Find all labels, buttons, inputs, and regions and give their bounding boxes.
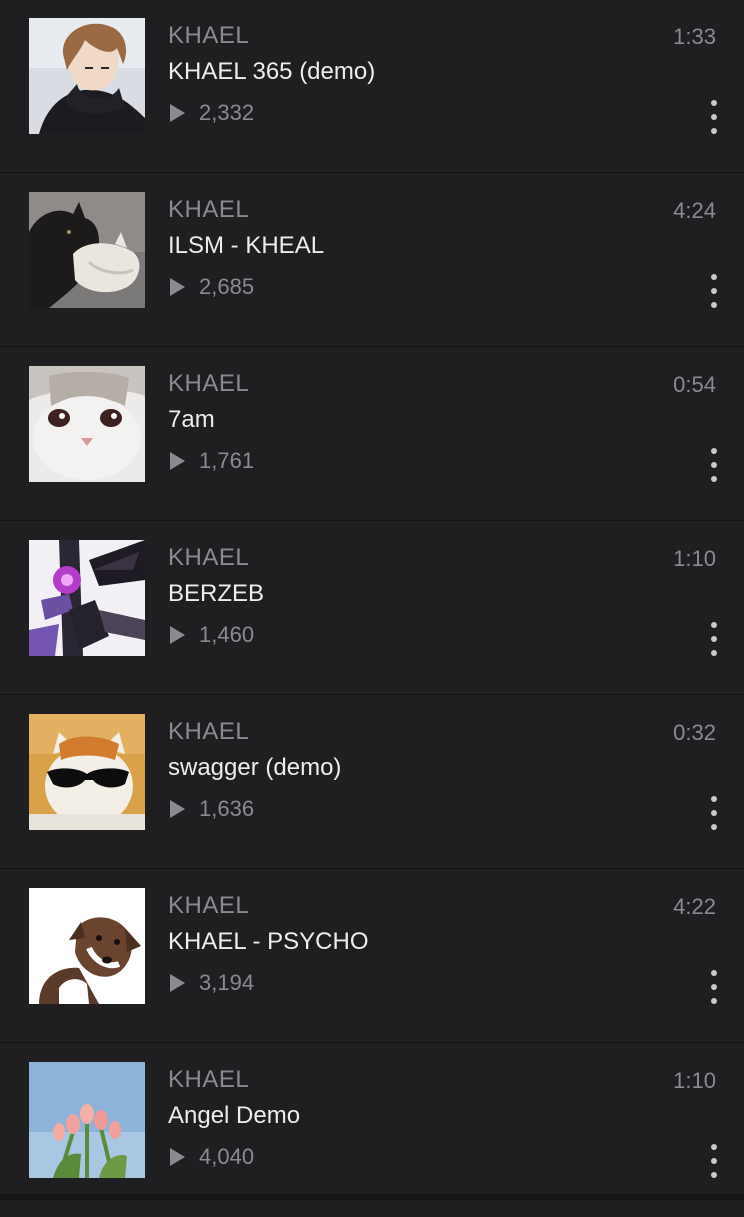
track-artist[interactable]: KHAEL xyxy=(168,22,249,50)
cats-cuddling-artwork[interactable] xyxy=(29,192,145,308)
track-duration: 1:33 xyxy=(673,24,716,49)
play-count-group: 3,194 xyxy=(168,969,254,997)
track-artist[interactable]: KHAEL xyxy=(168,544,249,572)
track-duration: 0:32 xyxy=(673,720,716,745)
play-count: 3,194 xyxy=(199,970,255,995)
track-title[interactable]: KHAEL - PSYCHO xyxy=(168,928,369,956)
play-icon xyxy=(170,278,185,296)
more-options-icon[interactable] xyxy=(702,970,726,1004)
track-row[interactable]: KHAEL ILSM - KHEAL 2,685 4:24 xyxy=(0,174,744,347)
track-row[interactable]: KHAEL KHAEL 365 (demo) 2,332 1:33 xyxy=(0,0,744,173)
play-count-group: 1,460 xyxy=(168,621,254,649)
track-title[interactable]: ILSM - KHEAL xyxy=(168,232,324,260)
play-count: 2,332 xyxy=(199,100,255,125)
track-title[interactable]: 7am xyxy=(168,406,215,434)
track-artist[interactable]: KHAEL xyxy=(168,892,249,920)
track-row[interactable]: KHAEL Angel Demo 4,040 1:10 xyxy=(0,1044,744,1217)
play-icon xyxy=(170,104,185,122)
play-icon xyxy=(170,800,185,818)
more-options-icon[interactable] xyxy=(702,100,726,134)
track-title[interactable]: KHAEL 365 (demo) xyxy=(168,58,375,86)
track-title[interactable]: Angel Demo xyxy=(168,1102,300,1130)
track-duration: 4:22 xyxy=(673,894,716,919)
white-cat-artwork[interactable] xyxy=(29,366,145,482)
track-row[interactable]: KHAEL swagger (demo) 1,636 0:32 xyxy=(0,696,744,869)
track-duration: 1:10 xyxy=(673,1068,716,1093)
play-count-group: 1,636 xyxy=(168,795,254,823)
track-artist[interactable]: KHAEL xyxy=(168,1066,249,1094)
track-title[interactable]: BERZEB xyxy=(168,580,264,608)
cat-sunglasses-artwork[interactable] xyxy=(29,714,145,830)
more-options-icon[interactable] xyxy=(702,1144,726,1178)
more-options-icon[interactable] xyxy=(702,448,726,482)
track-artist[interactable]: KHAEL xyxy=(168,370,249,398)
bottom-edge xyxy=(0,1194,744,1200)
play-count-group: 4,040 xyxy=(168,1143,254,1171)
play-count: 2,685 xyxy=(199,274,255,299)
more-options-icon[interactable] xyxy=(702,796,726,830)
track-row[interactable]: KHAEL 7am 1,761 0:54 xyxy=(0,348,744,521)
play-icon xyxy=(170,626,185,644)
track-title[interactable]: swagger (demo) xyxy=(168,754,341,782)
track-duration: 0:54 xyxy=(673,372,716,397)
track-duration: 1:10 xyxy=(673,546,716,571)
tulips-sky-artwork[interactable] xyxy=(29,1062,145,1178)
play-count-group: 1,761 xyxy=(168,447,254,475)
play-count-group: 2,685 xyxy=(168,273,254,301)
track-artist[interactable]: KHAEL xyxy=(168,196,249,224)
play-icon xyxy=(170,974,185,992)
track-duration: 4:24 xyxy=(673,198,716,223)
play-count: 1,761 xyxy=(199,448,255,473)
play-count: 1,460 xyxy=(199,622,255,647)
play-count: 4,040 xyxy=(199,1144,255,1169)
track-list: KHAEL KHAEL 365 (demo) 2,332 1:33 KHAEL … xyxy=(0,0,744,1217)
play-count: 1,636 xyxy=(199,796,255,821)
more-options-icon[interactable] xyxy=(702,622,726,656)
anime-boy-artwork[interactable] xyxy=(29,18,145,134)
play-count-group: 2,332 xyxy=(168,99,254,127)
dark-winged-figure-artwork[interactable] xyxy=(29,540,145,656)
play-icon xyxy=(170,452,185,470)
track-row[interactable]: KHAEL KHAEL - PSYCHO 3,194 4:22 xyxy=(0,870,744,1043)
play-icon xyxy=(170,1148,185,1166)
more-options-icon[interactable] xyxy=(702,274,726,308)
track-artist[interactable]: KHAEL xyxy=(168,718,249,746)
track-row[interactable]: KHAEL BERZEB 1,460 1:10 xyxy=(0,522,744,695)
dog-head-tilt-artwork[interactable] xyxy=(29,888,145,1004)
